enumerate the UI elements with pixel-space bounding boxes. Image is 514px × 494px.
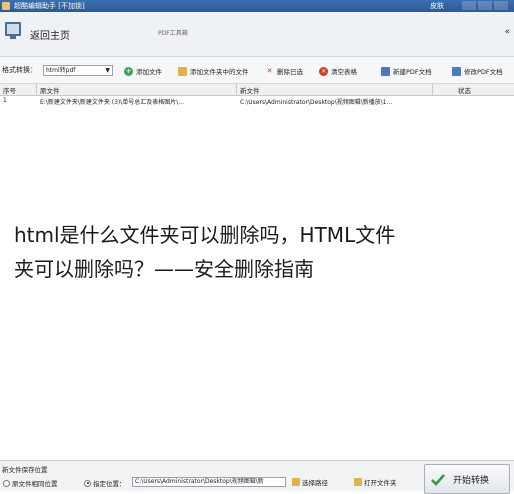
option-custom-location[interactable]: 指定位置：	[84, 478, 126, 488]
window-title: 超酷编辑助手 [不加锁]	[14, 2, 85, 10]
x-icon: ✕	[266, 66, 273, 75]
column-divider[interactable]	[236, 84, 237, 95]
overlay-caption: html是什么文件夹可以删除吗，HTML文件 夹可以删除吗？——安全删除指南	[14, 218, 504, 286]
format-label: 格式转换：	[2, 66, 37, 74]
option-same-location[interactable]: 原文件相同位置	[3, 478, 58, 488]
monitor-icon[interactable]	[5, 22, 21, 39]
column-index[interactable]: 序号	[3, 85, 16, 95]
save-location-panel: 新文件保存位置 原文件相同位置 指定位置： C:\Users\Administr…	[0, 460, 514, 494]
choose-path-button[interactable]: 选择路径	[292, 477, 328, 487]
add-file-button[interactable]: + 添加文件	[124, 64, 162, 78]
close-button[interactable]	[494, 1, 508, 10]
column-divider[interactable]	[36, 84, 37, 95]
chevron-down-icon: ▼	[105, 67, 110, 74]
skin-button[interactable]: 皮肤	[430, 1, 444, 11]
save-path-input[interactable]: C:\Users\Administrator\Desktop\视频图辑\新	[132, 477, 286, 487]
radio-custom[interactable]	[84, 479, 91, 487]
choose-path-label: 选择路径	[302, 479, 328, 487]
plus-icon: +	[124, 66, 133, 76]
column-source[interactable]: 原文件	[40, 85, 60, 95]
new-pdf-button[interactable]: 新建PDF文档	[381, 64, 432, 78]
save-location-title: 新文件保存位置	[2, 466, 48, 474]
format-select-value: html转pdf	[46, 67, 76, 74]
table-row[interactable]: 1 E:\新建文件夹\新建文件夹 (3)\单号总汇及表格图片\... C:\Us…	[0, 96, 514, 107]
open-folder-label: 打开文件夹	[364, 479, 397, 487]
open-folder-button[interactable]: 打开文件夹	[354, 477, 397, 487]
collapse-button[interactable]: «	[504, 27, 510, 37]
option-same-label: 原文件相同位置	[12, 480, 58, 488]
new-pdf-label: 新建PDF文档	[393, 68, 432, 76]
window-controls	[460, 1, 510, 11]
checkmark-icon	[431, 474, 445, 486]
edit-pdf-button[interactable]: 修改PDF文档	[452, 64, 503, 78]
toolbar: 格式转换： html转pdf ▼ + 添加文件 添加文件夹中的文件 ✕ 删除已选…	[0, 57, 514, 84]
format-select[interactable]: html转pdf ▼	[43, 65, 113, 76]
radio-same[interactable]	[3, 479, 10, 487]
row-source: E:\新建文件夹\新建文件夹 (3)\单号总汇及表格图片\...	[40, 99, 185, 106]
edit-doc-icon	[452, 66, 461, 76]
title-bar: 超酷编辑助手 [不加锁] 皮肤	[0, 0, 514, 12]
clear-table-label: 清空表格	[331, 68, 357, 76]
overlay-line-1: html是什么文件夹可以删除吗，HTML文件	[14, 223, 396, 247]
column-target[interactable]: 新文件	[240, 85, 260, 95]
add-folder-button[interactable]: 添加文件夹中的文件	[178, 64, 249, 78]
app-icon	[2, 2, 10, 10]
delete-selected-button[interactable]: ✕ 删除已选	[265, 64, 303, 78]
clear-table-button[interactable]: × 清空表格	[319, 64, 357, 78]
folder-open-icon	[354, 478, 362, 486]
row-index: 1	[3, 97, 7, 104]
row-target: C:\Users\Administrator\Desktop\视频图辑\新播放\…	[240, 99, 393, 106]
home-button[interactable]: 返回主页	[30, 27, 70, 42]
tool-label: PDF工具箱	[158, 30, 188, 37]
start-convert-label: 开始转换	[453, 476, 490, 486]
column-divider[interactable]	[432, 84, 433, 95]
header: 返回主页 PDF工具箱 «	[0, 12, 514, 57]
new-doc-icon	[381, 66, 390, 76]
column-status[interactable]: 状态	[458, 85, 471, 95]
edit-pdf-label: 修改PDF文档	[464, 68, 503, 76]
overlay-line-2: 夹可以删除吗？——安全删除指南	[14, 257, 314, 281]
folder-icon	[178, 66, 187, 76]
minimize-button[interactable]	[462, 1, 476, 10]
maximize-button[interactable]	[478, 1, 492, 10]
add-folder-label: 添加文件夹中的文件	[190, 68, 249, 76]
table-header: 序号 原文件 新文件 状态	[0, 84, 514, 96]
delete-selected-label: 删除已选	[277, 68, 303, 76]
option-custom-label: 指定位置：	[93, 480, 126, 488]
clear-icon: ×	[319, 66, 328, 76]
add-file-label: 添加文件	[136, 68, 162, 76]
folder-icon	[292, 478, 300, 486]
